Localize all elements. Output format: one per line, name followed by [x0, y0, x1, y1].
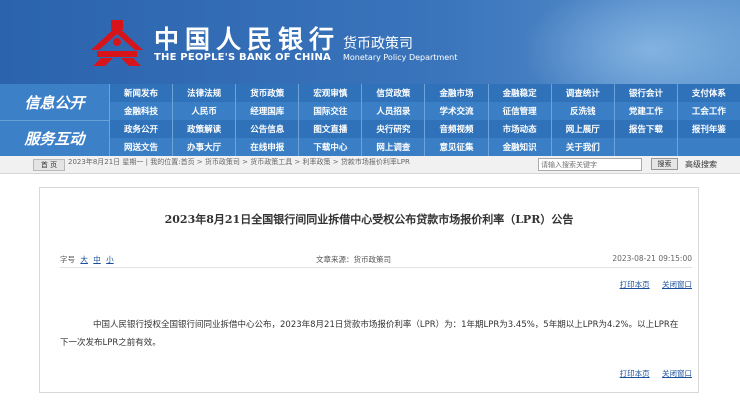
- print-link[interactable]: 打印本页: [620, 280, 650, 289]
- home-button[interactable]: 首 页: [33, 159, 65, 171]
- close-window-link[interactable]: 关闭窗口: [662, 369, 692, 378]
- nav-item[interactable]: 人民币: [172, 102, 236, 120]
- nav-item[interactable]: 学术交流: [424, 102, 488, 120]
- nav-item[interactable]: 政务公开: [109, 120, 173, 138]
- nav-item[interactable]: 金融科技: [109, 102, 173, 120]
- nav-item[interactable]: 图文直播: [298, 120, 362, 138]
- pboc-emblem-icon: [91, 20, 143, 66]
- font-large-link[interactable]: 大: [80, 255, 88, 264]
- nav-item[interactable]: 货币政策: [235, 84, 299, 102]
- nav-item[interactable]: 办事大厅: [172, 138, 236, 156]
- advanced-search-link[interactable]: 高级搜索: [685, 159, 717, 170]
- department-name-en: Monetary Policy Department: [343, 53, 458, 62]
- nav-item[interactable]: 关于我们: [550, 138, 614, 156]
- department-name-cn: 货币政策司: [343, 36, 413, 52]
- article-source: 文章来源：货币政策司: [316, 255, 391, 264]
- nav-item[interactable]: 金融稳定: [487, 84, 551, 102]
- nav-item[interactable]: 银行会计: [613, 84, 677, 102]
- bank-name-cn: 中国人民银行: [154, 25, 341, 54]
- article-title: 2023年8月21日全国银行间同业拆借中心受权公布贷款市场报价利率（LPR）公告: [164, 213, 574, 226]
- main-nav: 信息公开 服务互动 新闻发布 法律法规 货币政策 宏观审慎 信贷政策 金融市场 …: [0, 84, 740, 156]
- article-panel: 2023年8月21日全国银行间同业拆借中心受权公布贷款市场报价利率（LPR）公告…: [39, 187, 699, 393]
- search-button[interactable]: 搜索: [651, 158, 678, 170]
- nav-item[interactable]: 支付体系: [676, 84, 740, 102]
- nav-item[interactable]: 下载中心: [298, 138, 362, 156]
- nav-item[interactable]: 市场动态: [487, 120, 551, 138]
- nav-item[interactable]: 经理国库: [235, 102, 299, 120]
- nav-item[interactable]: 音频视频: [424, 120, 488, 138]
- nav-item[interactable]: 反洗钱: [550, 102, 614, 120]
- nav-groups: 信息公开 服务互动: [0, 84, 109, 156]
- article-meta: 字号 大 中 小 文章来源：货币政策司 2023-08-21 09:15:00: [60, 254, 692, 268]
- nav-group-info-disclosure[interactable]: 信息公开: [0, 84, 109, 120]
- nav-item[interactable]: 党建工作: [613, 102, 677, 120]
- nav-item[interactable]: 报刊年鉴: [676, 120, 740, 138]
- article-actions-top: 打印本页 关闭窗口: [610, 279, 692, 290]
- article-date: 2023-08-21 09:15:00: [612, 254, 692, 263]
- nav-grid: 新闻发布 法律法规 货币政策 宏观审慎 信贷政策 金融市场 金融稳定 调查统计 …: [109, 84, 740, 156]
- nav-item[interactable]: 央行研究: [361, 120, 425, 138]
- nav-item[interactable]: 法律法规: [172, 84, 236, 102]
- nav-item-empty: [613, 138, 677, 156]
- nav-group-service-interaction[interactable]: 服务互动: [0, 120, 109, 156]
- font-size-label: 字号: [60, 255, 75, 264]
- nav-item[interactable]: 人员招录: [361, 102, 425, 120]
- nav-item[interactable]: 意见征集: [424, 138, 488, 156]
- nav-item[interactable]: 新闻发布: [109, 84, 173, 102]
- nav-item[interactable]: 网送文告: [109, 138, 173, 156]
- nav-item[interactable]: 网上调查: [361, 138, 425, 156]
- close-window-link[interactable]: 关闭窗口: [662, 280, 692, 289]
- nav-item[interactable]: 信贷政策: [361, 84, 425, 102]
- search-input[interactable]: [538, 158, 642, 171]
- article-actions-bottom: 打印本页 关闭窗口: [610, 368, 692, 379]
- nav-item[interactable]: 政策解读: [172, 120, 236, 138]
- nav-item[interactable]: 公告信息: [235, 120, 299, 138]
- font-medium-link[interactable]: 中: [93, 255, 101, 264]
- nav-item[interactable]: 调查统计: [550, 84, 614, 102]
- banner-glow: [520, 0, 740, 84]
- nav-item[interactable]: 金融知识: [487, 138, 551, 156]
- nav-item[interactable]: 宏观审慎: [298, 84, 362, 102]
- nav-item[interactable]: 征信管理: [487, 102, 551, 120]
- header-banner: 中国人民银行 THE PEOPLE'S BANK OF CHINA 货币政策司 …: [0, 0, 740, 84]
- nav-item[interactable]: 网上展厅: [550, 120, 614, 138]
- print-link[interactable]: 打印本页: [620, 369, 650, 378]
- nav-item[interactable]: 报告下载: [613, 120, 677, 138]
- bank-name-en: THE PEOPLE'S BANK OF CHINA: [154, 52, 331, 63]
- nav-item[interactable]: 工会工作: [676, 102, 740, 120]
- font-size-controls: 字号 大 中 小: [60, 254, 114, 265]
- nav-item-empty: [676, 138, 740, 156]
- article-body: 中国人民银行授权全国银行间同业拆借中心公布，2023年8月21日贷款市场报价利率…: [60, 320, 679, 348]
- breadcrumb: 2023年8月21日 星期一 | 我的位置:首页 > 货币政策司 > 货币政策工…: [68, 158, 410, 166]
- font-small-link[interactable]: 小: [106, 255, 114, 264]
- breadcrumb-bar: 首 页 2023年8月21日 星期一 | 我的位置:首页 > 货币政策司 > 货…: [0, 156, 740, 174]
- nav-item[interactable]: 国际交往: [298, 102, 362, 120]
- nav-item[interactable]: 在线申报: [235, 138, 299, 156]
- nav-item[interactable]: 金融市场: [424, 84, 488, 102]
